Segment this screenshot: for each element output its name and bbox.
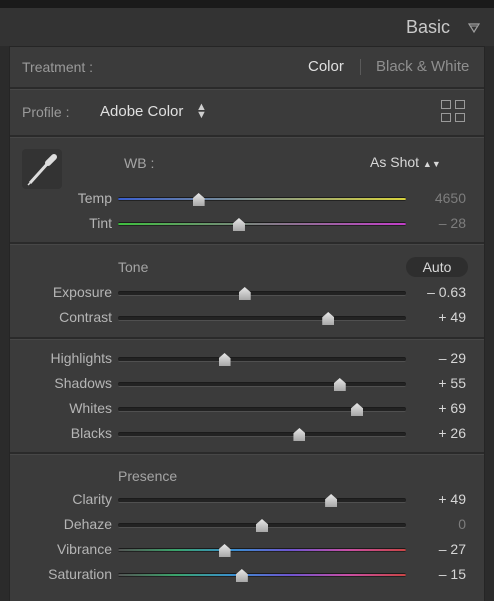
- profile-row: Profile : Adobe Color ▲ ▼: [10, 92, 484, 134]
- slider-row-clarity: Clarity + 49: [10, 488, 484, 513]
- slider-row-saturation: Saturation – 15: [10, 563, 484, 588]
- slider-row-dehaze: Dehaze 0: [10, 513, 484, 538]
- slider-row-exposure: Exposure – 0.63: [10, 281, 484, 306]
- whites-value[interactable]: + 69: [438, 400, 466, 416]
- slider-row-shadows: Shadows + 55: [10, 372, 484, 397]
- wb-value: As Shot: [370, 154, 420, 170]
- contrast-value[interactable]: + 49: [438, 309, 466, 325]
- shadows-value[interactable]: + 55: [438, 375, 466, 391]
- treatment-bw-button[interactable]: Black & White: [376, 58, 469, 75]
- tone-title: Tone: [118, 259, 149, 275]
- treatment-label: Treatment :: [22, 59, 94, 75]
- contrast-slider-track[interactable]: [118, 312, 406, 325]
- panel-header[interactable]: Basic: [0, 8, 494, 46]
- shadows-slider-track[interactable]: [118, 378, 406, 391]
- vibrance-label: Vibrance: [56, 541, 112, 557]
- exposure-label: Exposure: [52, 284, 112, 300]
- clarity-label: Clarity: [72, 491, 112, 507]
- profile-dropdown[interactable]: Adobe Color: [100, 103, 183, 120]
- temp-value[interactable]: 4650: [435, 190, 466, 206]
- wb-section: WB : As Shot ▲▼ Temp 4650 Tint – 28: [10, 139, 484, 239]
- vibrance-slider-track[interactable]: [118, 544, 406, 557]
- exposure-value[interactable]: – 0.63: [427, 284, 466, 300]
- dehaze-value[interactable]: 0: [458, 516, 466, 532]
- slider-row-tint: Tint – 28: [10, 212, 484, 237]
- clarity-value[interactable]: + 49: [438, 491, 466, 507]
- panel-title: Basic: [405, 17, 450, 37]
- wb-label: WB :: [124, 155, 155, 171]
- divider: [10, 242, 484, 245]
- temp-slider-track[interactable]: [118, 193, 406, 206]
- whites-slider-track[interactable]: [118, 403, 406, 416]
- exposure-slider-track[interactable]: [118, 287, 406, 300]
- clarity-slider-track[interactable]: [118, 494, 406, 507]
- wb-dropdown[interactable]: As Shot ▲▼: [370, 154, 441, 170]
- eyedropper-icon[interactable]: [22, 149, 62, 189]
- basic-panel: Treatment : Color Black & White Profile …: [9, 46, 485, 601]
- highlights-slider-track[interactable]: [118, 353, 406, 366]
- updown-arrows-icon[interactable]: ▲ ▼: [196, 102, 207, 121]
- tint-value[interactable]: – 28: [439, 215, 466, 231]
- tint-slider-track[interactable]: [118, 218, 406, 231]
- divider: [10, 135, 484, 138]
- divider: [10, 87, 484, 90]
- saturation-label: Saturation: [48, 566, 112, 582]
- slider-row-whites: Whites + 69: [10, 397, 484, 422]
- shadows-label: Shadows: [54, 375, 112, 391]
- saturation-slider-track[interactable]: [118, 569, 406, 582]
- auto-button[interactable]: Auto: [406, 257, 468, 277]
- whites-label: Whites: [69, 400, 112, 416]
- updown-arrows-icon: ▲▼: [422, 159, 441, 169]
- blacks-label: Blacks: [70, 425, 112, 441]
- treatment-separator: [360, 59, 361, 75]
- presence-title: Presence: [118, 468, 178, 484]
- contrast-label: Contrast: [59, 309, 112, 325]
- divider: [10, 452, 484, 455]
- vibrance-value[interactable]: – 27: [439, 541, 466, 557]
- slider-row-vibrance: Vibrance – 27: [10, 538, 484, 563]
- collapse-triangle-icon[interactable]: [468, 22, 480, 34]
- profile-browser-grid-icon[interactable]: [441, 100, 467, 124]
- dehaze-label: Dehaze: [63, 516, 112, 532]
- temp-label: Temp: [77, 190, 112, 206]
- slider-row-highlights: Highlights – 29: [10, 347, 484, 372]
- tint-label: Tint: [89, 215, 112, 231]
- slider-row-blacks: Blacks + 26: [10, 422, 484, 447]
- divider: [10, 337, 484, 340]
- treatment-color-button[interactable]: Color: [308, 58, 344, 75]
- blacks-slider-track[interactable]: [118, 428, 406, 441]
- treatment-row: Treatment : Color Black & White: [10, 47, 484, 87]
- highlights-value[interactable]: – 29: [439, 350, 466, 366]
- dehaze-slider-track[interactable]: [118, 519, 406, 532]
- saturation-value[interactable]: – 15: [439, 566, 466, 582]
- highlights-label: Highlights: [50, 350, 112, 366]
- blacks-value[interactable]: + 26: [438, 425, 466, 441]
- slider-row-temp: Temp 4650: [10, 187, 484, 212]
- profile-label: Profile :: [22, 104, 70, 120]
- slider-row-contrast: Contrast + 49: [10, 306, 484, 331]
